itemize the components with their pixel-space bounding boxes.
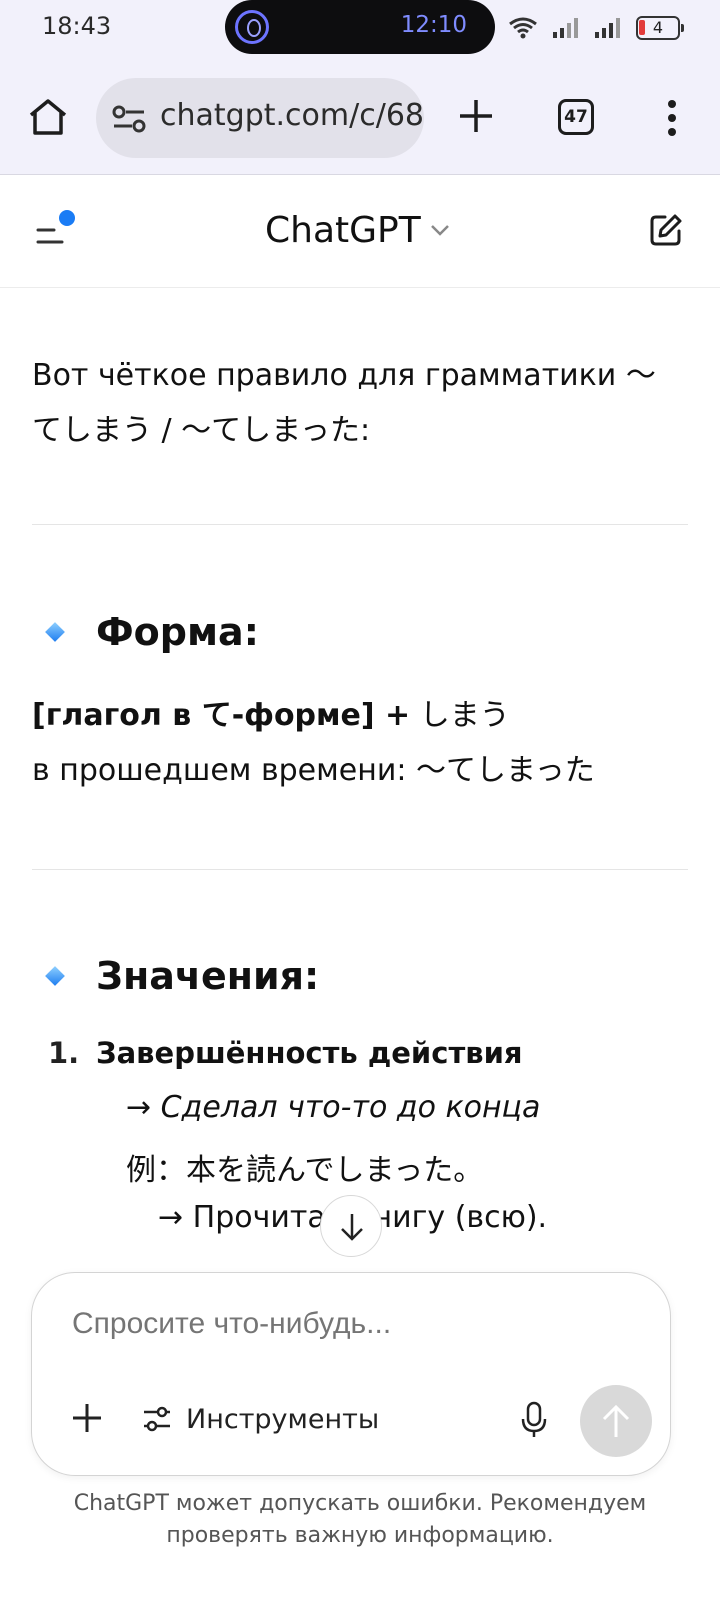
- site-settings-icon[interactable]: [112, 104, 146, 134]
- new-tab-plus-icon[interactable]: [456, 96, 496, 136]
- chevron-down-icon[interactable]: [428, 218, 452, 242]
- arrow-down-icon: [341, 1214, 363, 1241]
- section-heading-meanings: Значения:: [45, 954, 320, 998]
- new-chat-edit-icon[interactable]: [648, 212, 684, 248]
- sliders-icon: [144, 1406, 170, 1432]
- section-title: Форма:: [96, 610, 259, 654]
- app-activity-icon: [235, 10, 269, 44]
- microphone-icon[interactable]: [520, 1401, 548, 1439]
- sidebar-menu-button[interactable]: [36, 210, 80, 254]
- chat-header: ChatGPT: [0, 176, 720, 288]
- browser-toolbar: chatgpt.com/c/68 47: [0, 60, 720, 175]
- list-item-title: Завершённость действия: [96, 1036, 523, 1070]
- url-text: chatgpt.com/c/68: [160, 98, 424, 133]
- address-bar[interactable]: chatgpt.com/c/68: [96, 78, 424, 158]
- signal-icon-2: [595, 18, 620, 38]
- list-item-number: 1.: [48, 1036, 80, 1070]
- status-time: 18:43: [42, 12, 112, 40]
- form-pattern: [глагол в て-форме] +: [32, 698, 411, 733]
- status-icons: 4: [508, 16, 684, 40]
- divider: [32, 869, 688, 870]
- model-selector-title[interactable]: ChatGPT: [265, 210, 421, 251]
- form-verb: しまう: [410, 698, 510, 733]
- message-intro: Вот чёткое правило для грамматики 〜てしまう …: [32, 358, 656, 448]
- more-vert-icon[interactable]: [660, 96, 684, 140]
- send-button[interactable]: [580, 1385, 652, 1457]
- attach-plus-icon[interactable]: [70, 1401, 104, 1435]
- prompt-input[interactable]: [72, 1307, 612, 1341]
- tools-label: Инструменты: [186, 1403, 380, 1435]
- form-line-1: [глагол в て-форме] + しまう: [32, 690, 510, 734]
- tab-switcher-icon[interactable]: 47: [558, 99, 594, 135]
- screen: 18:43 12:10 4 chatgpt.com/c/68 47 ChatGP…: [0, 0, 720, 1612]
- notification-dot: [59, 210, 75, 226]
- status-bar: 18:43 12:10 4: [0, 0, 720, 60]
- message-composer: Инструменты: [31, 1272, 671, 1476]
- section-title: Значения:: [96, 954, 320, 998]
- disclaimer-text: ChatGPT может допускать ошибки. Рекоменд…: [73, 1491, 647, 1548]
- signal-icon-1: [553, 18, 578, 38]
- blue-diamond-icon: [45, 622, 65, 642]
- section-heading-form: Форма:: [45, 610, 259, 654]
- arrow-up-icon: [602, 1404, 630, 1437]
- list-item-example: 例：本を読んでしまった。: [126, 1153, 484, 1188]
- scroll-down-button[interactable]: [320, 1195, 382, 1257]
- island-timer: 12:10: [400, 12, 467, 38]
- assistant-message: Вот чёткое правило для грамматики 〜てしまう …: [0, 290, 720, 1310]
- battery-icon: 4: [636, 16, 684, 40]
- home-icon[interactable]: [26, 95, 70, 139]
- blue-diamond-icon: [45, 966, 65, 986]
- divider: [32, 524, 688, 525]
- wifi-icon: [509, 17, 537, 39]
- dynamic-island[interactable]: 12:10: [225, 0, 495, 54]
- tools-button[interactable]: Инструменты: [142, 1399, 379, 1439]
- form-line-2: в прошедшем времени: 〜てしまった: [32, 753, 595, 788]
- list-item-gloss: → Сделал что-то до конца: [126, 1090, 541, 1125]
